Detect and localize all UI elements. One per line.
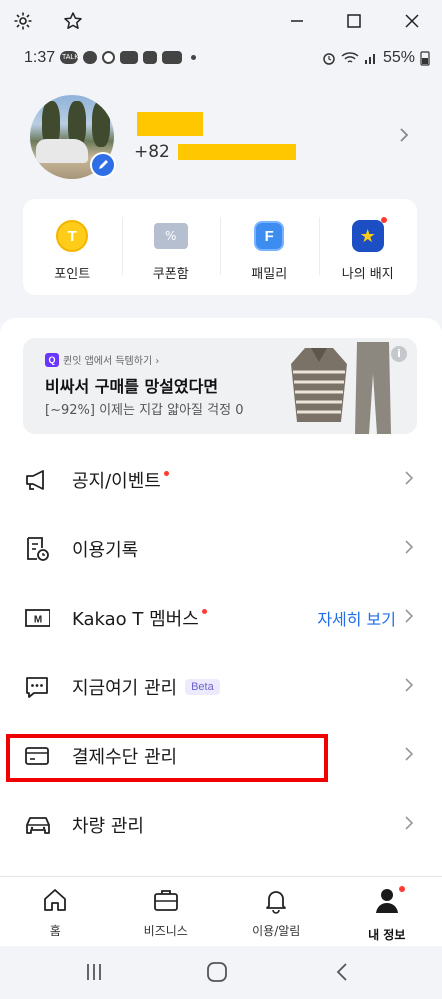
battery-percent: 55% (382, 49, 415, 66)
edit-profile-button[interactable] (90, 152, 116, 178)
ad-title: 비싸서 구매를 망설였다면 (45, 377, 219, 396)
notification-icons: TALK (60, 51, 196, 64)
maximize-icon[interactable] (342, 9, 366, 33)
profile-name-redacted (137, 112, 203, 136)
check-notif-icon (102, 51, 115, 64)
home-nav-icon[interactable] (206, 962, 228, 986)
history-label: 이용기록 (72, 540, 139, 561)
tab-alerts-label: 이용/알림 (252, 924, 301, 938)
star-icon[interactable] (61, 9, 85, 33)
badge-icon: ★ (351, 220, 384, 252)
highlight-box (6, 734, 328, 782)
members-label: Kakao T 멤버스 (72, 609, 199, 630)
minimize-icon[interactable] (285, 9, 309, 33)
tab-home-label: 홈 (49, 924, 61, 938)
app-notif-icon (120, 51, 138, 64)
membership-card-icon: M (24, 605, 50, 631)
profile-phone: +82 (134, 142, 296, 162)
new-dot (380, 217, 387, 223)
beta-badge: Beta (185, 679, 220, 695)
chat-notif-icon (83, 51, 97, 64)
svg-text:M: M (34, 615, 42, 626)
app-notif-icon-3 (162, 51, 182, 64)
family-icon: F (254, 221, 285, 251)
menu-row-notice[interactable]: 공지/이벤트 (0, 452, 442, 508)
tab-home[interactable]: 홈 (0, 877, 111, 946)
quick-coupon-label: 쿠폰함 (152, 267, 189, 282)
back-nav-icon[interactable] (334, 962, 350, 986)
chevron-right-icon (404, 470, 414, 490)
ad-info-icon[interactable]: i (391, 346, 407, 362)
quick-family-label: 패밀리 (251, 267, 288, 282)
bell-icon (266, 891, 287, 914)
signal-icon (364, 54, 375, 64)
profile-chevron-icon[interactable] (398, 126, 410, 148)
new-dot (201, 608, 207, 614)
tab-business[interactable]: 비즈니스 (111, 877, 222, 946)
coupon-icon: % (153, 223, 188, 249)
pants-image (355, 342, 391, 434)
point-coin-icon: T (56, 220, 89, 252)
here-now-label: 지금여기 관리 (72, 678, 178, 699)
alarm-icon (323, 53, 335, 65)
status-right: 55% (322, 49, 430, 67)
ad-source-text: 퀸잇 앱에서 득템하기 › (63, 356, 160, 367)
bottom-tab-bar: 홈 비즈니스 이용/알림 내 정보 (0, 876, 442, 946)
close-icon[interactable] (400, 9, 424, 33)
window-titlebar (0, 0, 442, 42)
chevron-right-icon (404, 608, 414, 628)
more-notif-dot (191, 55, 196, 60)
tab-my-info-label: 내 정보 (368, 928, 406, 942)
quick-family[interactable]: F 패밀리 (220, 199, 319, 295)
chevron-right-icon (404, 539, 414, 559)
notice-label: 공지/이벤트 (72, 471, 161, 492)
queenit-logo-icon: Q (45, 352, 59, 367)
phone-prefix: +82 (134, 142, 170, 162)
pencil-icon (99, 160, 108, 169)
vehicle-label: 차량 관리 (72, 816, 144, 837)
members-detail-link[interactable]: 자세히 보기 (317, 606, 396, 630)
recent-apps-icon[interactable] (84, 962, 104, 986)
phone-number-redacted (177, 144, 296, 160)
chevron-right-icon (404, 746, 414, 766)
menu-row-history[interactable]: 이용기록 (0, 521, 442, 577)
kakaotalk-notif-icon: TALK (60, 51, 79, 64)
quick-point-label: 포인트 (54, 267, 91, 282)
new-dot (398, 886, 405, 892)
ad-subtitle: [~92%] 이제는 지갑 얇아질 걱정 0 (45, 403, 244, 418)
quick-badge-label: 나의 배지 (341, 267, 394, 282)
car-icon (24, 812, 50, 838)
quick-point[interactable]: T 포인트 (23, 199, 122, 295)
ad-banner[interactable]: Q 퀸잇 앱에서 득템하기 › 비싸서 구매를 망설였다면 [~92%] 이제는… (23, 338, 417, 434)
ad-source: Q 퀸잇 앱에서 득템하기 › (45, 352, 159, 367)
android-nav-bar (0, 946, 442, 999)
chevron-right-icon (404, 677, 414, 697)
speech-bubble-icon (24, 674, 50, 700)
tab-my-info[interactable]: 내 정보 (332, 877, 442, 946)
wifi-icon (341, 52, 359, 63)
menu-row-here-now[interactable]: 지금여기 관리 Beta (0, 659, 442, 715)
tab-business-label: 비즈니스 (143, 924, 188, 938)
quick-menu: T 포인트 % 쿠폰함 F 패밀리 ★ 나의 배지 (23, 199, 417, 295)
quick-badge[interactable]: ★ 나의 배지 (318, 199, 418, 295)
chevron-right-icon (404, 815, 414, 835)
new-dot (163, 470, 169, 476)
receipt-clock-icon (24, 536, 50, 562)
status-bar: 1:37 TALK 55% (0, 44, 442, 74)
quick-coupon[interactable]: % 쿠폰함 (121, 199, 221, 295)
settings-icon[interactable] (11, 9, 35, 33)
person-icon (375, 889, 398, 913)
sweater-image (291, 348, 347, 422)
menu-row-vehicle[interactable]: 차량 관리 (0, 797, 442, 853)
app-notif-icon-2 (143, 51, 157, 64)
briefcase-icon (153, 890, 178, 911)
menu-row-members[interactable]: M Kakao T 멤버스 자세히 보기 (0, 590, 442, 646)
home-icon (44, 889, 67, 911)
tab-alerts[interactable]: 이용/알림 (221, 877, 332, 946)
status-time: 1:37 (24, 49, 56, 66)
battery-icon (420, 51, 430, 66)
megaphone-icon (24, 467, 50, 493)
